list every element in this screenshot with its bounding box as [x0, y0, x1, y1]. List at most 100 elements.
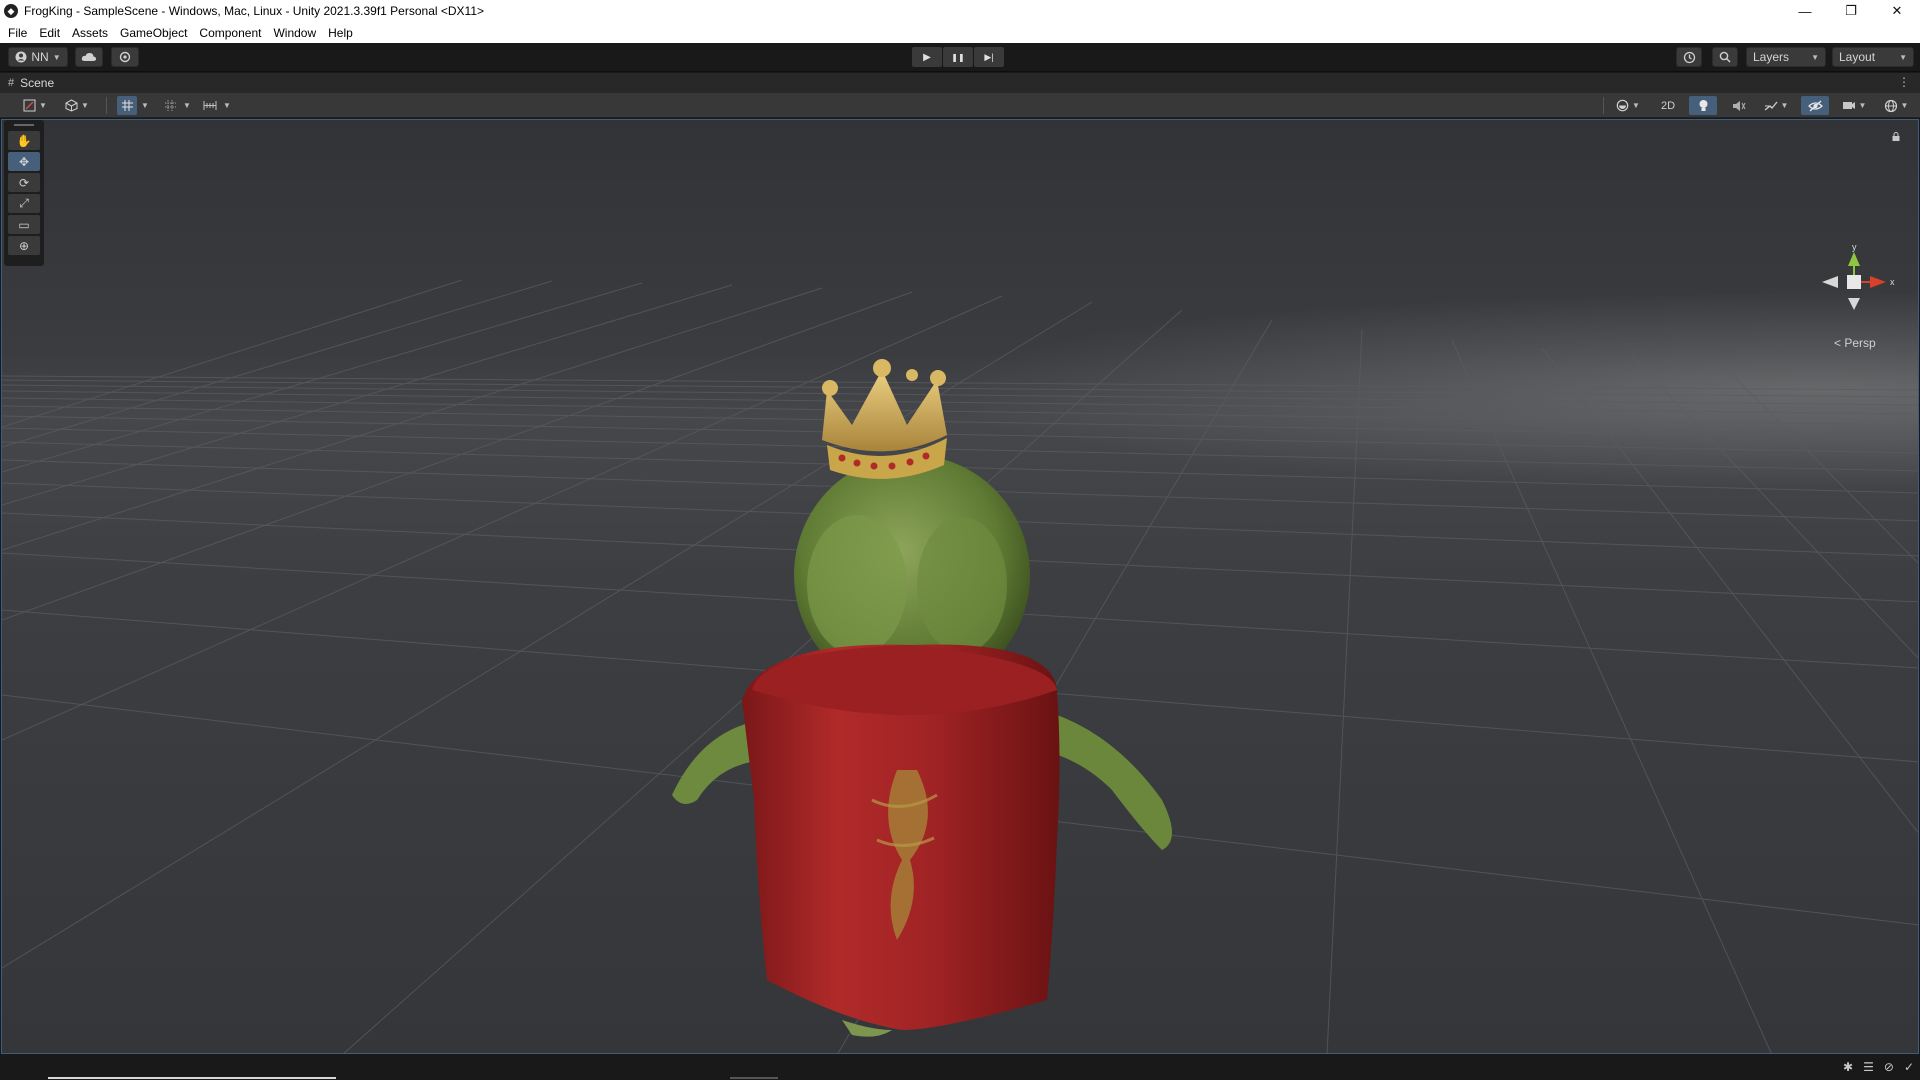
minimize-button[interactable]: —	[1782, 0, 1828, 22]
chevron-down-icon: ▼	[81, 101, 89, 110]
menu-component[interactable]: Component	[193, 26, 267, 40]
gizmo-y-label: y	[1852, 244, 1857, 252]
draw-mode-dropdown[interactable]: ▼	[18, 96, 52, 115]
lightbulb-icon	[1699, 99, 1707, 111]
gizmo-x-label: x	[1890, 277, 1895, 287]
menu-edit[interactable]: Edit	[33, 26, 66, 40]
account-dropdown[interactable]: NN ▼	[8, 47, 68, 67]
grid-snapping-toggle[interactable]	[117, 96, 137, 115]
scene-tab-label: Scene	[20, 76, 55, 90]
step-icon: ▶|	[984, 51, 994, 62]
scene-tab[interactable]: # Scene ⋮	[0, 73, 1920, 93]
render-pipeline-dropdown[interactable]: ▼	[60, 96, 94, 115]
drag-handle-icon[interactable]	[14, 124, 34, 126]
move-icon: ✥	[18, 154, 30, 169]
menu-assets[interactable]: Assets	[66, 26, 114, 40]
scene-visibility-toggle[interactable]	[1801, 96, 1829, 115]
hand-tool[interactable]: ✋	[8, 131, 40, 150]
lock-icon[interactable]	[1892, 132, 1900, 141]
2d-toggle[interactable]: 2D	[1653, 96, 1683, 115]
search-icon	[1719, 51, 1731, 63]
step-button[interactable]: ▶|	[974, 47, 1004, 67]
cloud-button[interactable]	[75, 47, 103, 67]
axis-gizmo-icon: y x	[1822, 242, 1895, 310]
lighting-toggle[interactable]	[1689, 96, 1717, 115]
camera-settings-dropdown[interactable]: ▼	[1837, 96, 1871, 115]
increment-snap-icon	[203, 101, 217, 110]
chevron-down-icon: ▼	[1900, 101, 1909, 110]
frog-king-model[interactable]	[642, 240, 1202, 1040]
globe-icon	[1884, 99, 1897, 112]
speaker-muted-icon	[1733, 100, 1746, 111]
chevron-down-icon: ▼	[1899, 52, 1907, 62]
orientation-gizmo[interactable]: y x < Persp	[1816, 242, 1906, 354]
sphere-icon	[1616, 99, 1629, 112]
scene-grid-icon: #	[8, 77, 15, 89]
projection-toggle[interactable]: < Persp	[1834, 336, 1876, 350]
effects-dropdown[interactable]: ▼	[1759, 96, 1793, 115]
grid-visibility-toggle[interactable]	[160, 96, 180, 115]
cache-server-icon[interactable]: ☰	[1863, 1060, 1874, 1074]
layers-dropdown[interactable]: Layers ▼	[1746, 47, 1826, 67]
increment-snap-toggle[interactable]	[200, 96, 220, 115]
menu-gameobject[interactable]: GameObject	[114, 26, 193, 40]
shaded-mode-icon	[23, 99, 36, 112]
chevron-down-icon: ▼	[183, 101, 191, 110]
scale-icon: ⤢	[19, 196, 29, 210]
tool-palette: ✋ ✥ ⟳ ⤢ ▭ ⊕	[4, 120, 44, 266]
settings-icon	[119, 51, 131, 63]
play-controls: ▶ ❚❚ ▶|	[912, 47, 1004, 67]
auto-generate-lighting-icon[interactable]: ⊘	[1884, 1060, 1894, 1074]
chevron-down-icon: ▼	[1858, 101, 1867, 110]
audio-toggle[interactable]	[1725, 96, 1753, 115]
hand-icon: ✋	[16, 133, 32, 148]
window-title: FrogKing - SampleScene - Windows, Mac, L…	[24, 4, 485, 18]
restore-button[interactable]: ❐	[1828, 0, 1874, 22]
increment-snap-dropdown[interactable]: ▼	[221, 96, 233, 115]
check-icon[interactable]: ✓	[1904, 1060, 1914, 1074]
unity-logo-icon: ◆	[4, 4, 18, 18]
separator	[106, 97, 107, 114]
status-divider	[730, 1077, 778, 1079]
scene-viewport[interactable]: y x < Persp	[1, 119, 1919, 1054]
close-button[interactable]: ✕	[1874, 0, 1920, 22]
2d-label: 2D	[1660, 99, 1676, 112]
scale-tool[interactable]: ⤢	[8, 194, 40, 213]
grid-snap-icon	[121, 100, 133, 111]
cloud-icon	[81, 52, 97, 61]
menu-file[interactable]: File	[2, 26, 33, 40]
rotate-tool[interactable]: ⟳	[8, 173, 40, 192]
status-bar: ✱ ☰ ⊘ ✓	[0, 1056, 1920, 1080]
chevron-down-icon: ▼	[39, 101, 47, 110]
history-icon	[1683, 51, 1695, 63]
account-icon	[15, 51, 27, 63]
main-toolbar: NN ▼ ▶ ❚❚ ▶| Layers ▼ Layout ▼	[0, 43, 1920, 72]
cube-icon	[65, 99, 78, 112]
gizmos-dropdown[interactable]: ▼	[1877, 96, 1915, 115]
move-tool[interactable]: ✥	[8, 152, 40, 171]
bug-icon[interactable]: ✱	[1843, 1060, 1853, 1074]
layout-dropdown[interactable]: Layout ▼	[1832, 47, 1914, 67]
status-icons: ✱ ☰ ⊘ ✓	[1843, 1060, 1914, 1074]
rect-icon: ▭	[18, 217, 30, 232]
shading-mode-dropdown[interactable]: ▼	[1611, 96, 1645, 115]
play-button[interactable]: ▶	[912, 47, 942, 67]
pause-button[interactable]: ❚❚	[943, 47, 973, 67]
layers-label: Layers	[1753, 50, 1790, 64]
collab-settings-button[interactable]	[111, 47, 139, 67]
rect-tool[interactable]: ▭	[8, 215, 40, 234]
chevron-down-icon: ▼	[223, 101, 231, 110]
chevron-down-icon: ▼	[52, 52, 61, 62]
more-options-icon[interactable]: ⋮	[1898, 75, 1910, 89]
grid-snapping-dropdown[interactable]: ▼	[139, 96, 151, 115]
grid-icon	[164, 100, 176, 111]
pause-icon: ❚❚	[951, 52, 965, 62]
search-button[interactable]	[1712, 47, 1738, 67]
undo-history-button[interactable]	[1676, 47, 1702, 67]
menu-help[interactable]: Help	[322, 26, 359, 40]
transform-tool[interactable]: ⊕	[8, 236, 40, 255]
chevron-down-icon: ▼	[141, 101, 149, 110]
menu-window[interactable]: Window	[267, 26, 322, 40]
play-icon: ▶	[923, 51, 931, 63]
grid-visibility-dropdown[interactable]: ▼	[181, 96, 193, 115]
